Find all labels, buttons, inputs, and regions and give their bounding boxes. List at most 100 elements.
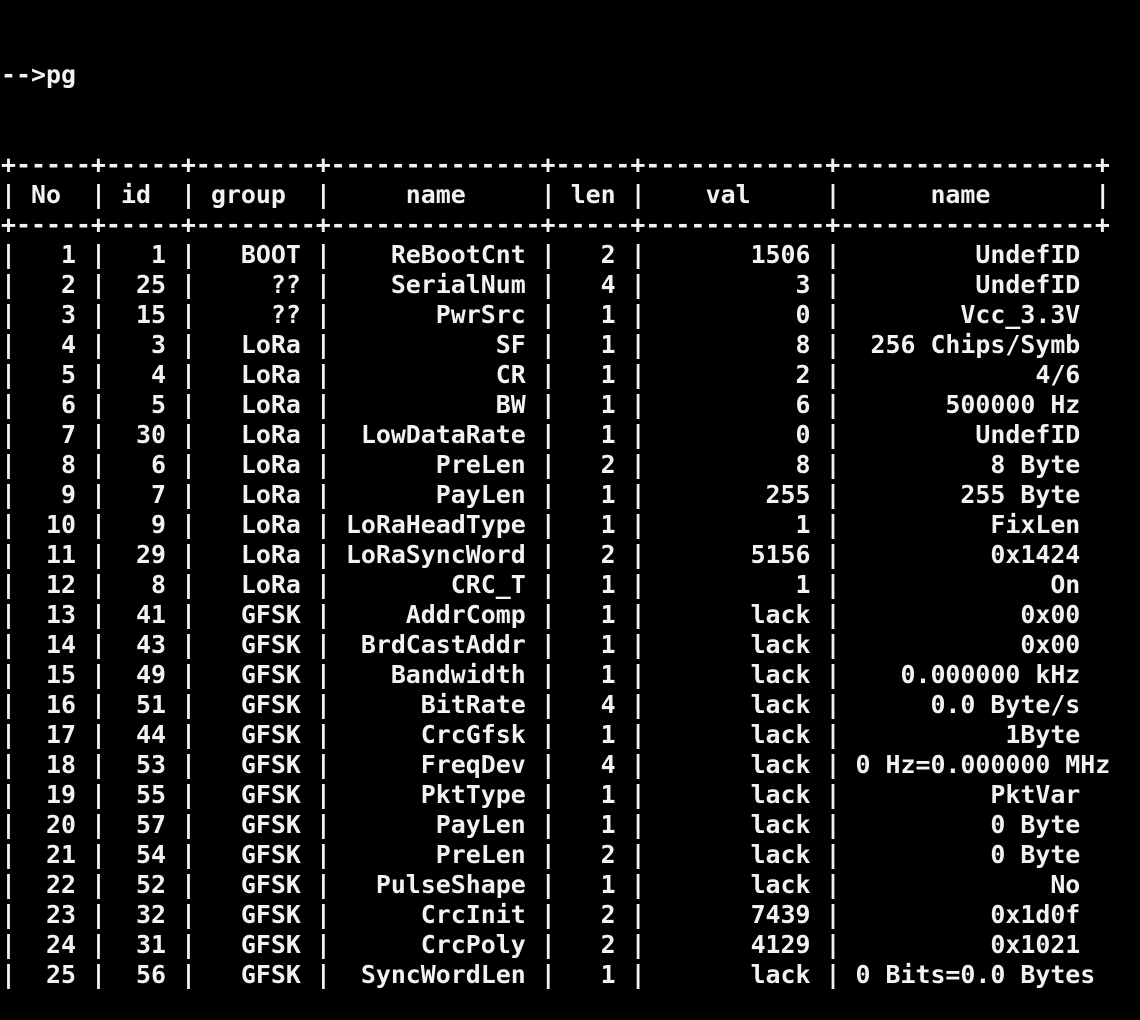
cell-value-name: 8 Byte [990,450,1081,479]
cell-value-name: 500000 Hz [945,390,1081,419]
column-separator: | [540,240,556,269]
pad [616,330,631,359]
table-row: | 18 | 53 | GFSK | FreqDev | 4 | lack | … [1,750,1110,780]
pad [166,870,181,899]
pad [106,480,151,509]
pad [196,360,241,389]
cell-value-name: UndefID [975,420,1081,449]
column-separator: | [630,540,646,569]
pad [76,510,91,539]
pad [556,390,601,419]
column-separator: | [180,840,196,869]
column-separator: | [630,480,646,509]
pad [646,630,751,659]
column-separator: | [315,420,331,449]
pad [811,690,826,719]
pad [556,600,601,629]
column-separator: | [1,420,16,449]
cell-len: 2 [600,540,616,569]
pad [16,810,46,839]
pad [811,300,826,329]
column-separator: | [1,960,16,989]
column-separator: | [90,960,106,989]
column-separator: | [630,810,646,839]
cell-name: LoRaSyncWord [345,540,526,569]
column-separator: | [630,780,646,809]
column-header-No: No [31,180,61,209]
pad [811,600,826,629]
column-separator: | [180,360,196,389]
pad [16,420,61,449]
cell-id: 44 [135,720,166,749]
pad [76,750,91,779]
cell-value-name: 1Byte [1005,720,1081,749]
pad [16,240,61,269]
cell-len: 1 [600,660,616,689]
pad [76,720,91,749]
pad [331,750,421,779]
column-separator: | [630,450,646,479]
column-separator: | [315,300,331,329]
pad [301,540,316,569]
column-separator: | [825,660,841,689]
cell-len: 2 [600,840,616,869]
table-header: | No | id | group | name | len | val | n… [1,180,1110,210]
cell-name: PreLen [435,450,526,479]
cell-val: 8 [795,450,811,479]
cell-no: 11 [45,540,76,569]
column-separator: | [315,690,331,719]
cell-no: 19 [45,780,76,809]
column-separator: | [315,930,331,959]
column-separator: | [90,780,106,809]
pad [301,780,316,809]
pad [16,720,46,749]
pad [301,420,316,449]
column-separator: | [90,840,106,869]
pad [76,810,91,839]
cell-no: 7 [60,420,76,449]
cell-val: 5156 [750,540,811,569]
pad [526,840,541,869]
pad [106,570,151,599]
column-separator: | [315,330,331,359]
pad [646,750,751,779]
pad [556,750,601,779]
column-separator: | [180,780,196,809]
cell-id: 57 [135,810,166,839]
column-separator: | [90,900,106,929]
cell-name: CrcGfsk [420,720,526,749]
pad [646,690,751,719]
cell-value-name: 0 Bits=0.0 Bytes [855,960,1096,989]
column-separator: | [540,600,556,629]
pad [526,570,541,599]
pad [166,570,181,599]
pad [76,870,91,899]
pad [841,180,931,209]
column-separator: | [180,900,196,929]
table-row: | 23 | 32 | GFSK | CrcInit | 2 | 7439 | … [1,900,1110,930]
column-separator: | [540,540,556,569]
pad [166,720,181,749]
pad [616,870,631,899]
pad [166,750,181,779]
cell-id: 55 [135,780,166,809]
table-row: | 11 | 29 | LoRa | LoRaSyncWord | 2 | 51… [1,540,1110,570]
pad [811,780,826,809]
column-separator: | [90,870,106,899]
cell-no: 25 [45,960,76,989]
column-separator: | [315,270,331,299]
column-separator: | [180,390,196,419]
terminal-output: -->pg +-----+-----+--------+------------… [1,0,1110,1020]
cell-value-name: On [1050,570,1081,599]
pad [301,510,316,539]
pad [646,960,751,989]
pad [301,900,316,929]
table-row: | 20 | 57 | GFSK | PayLen | 1 | lack | 0… [1,810,1110,840]
column-separator: | [1,870,16,899]
cell-name: BitRate [420,690,526,719]
pad [76,840,91,869]
pad [106,750,136,779]
pad [76,600,91,629]
pad [301,810,316,839]
column-separator: | [825,450,841,479]
